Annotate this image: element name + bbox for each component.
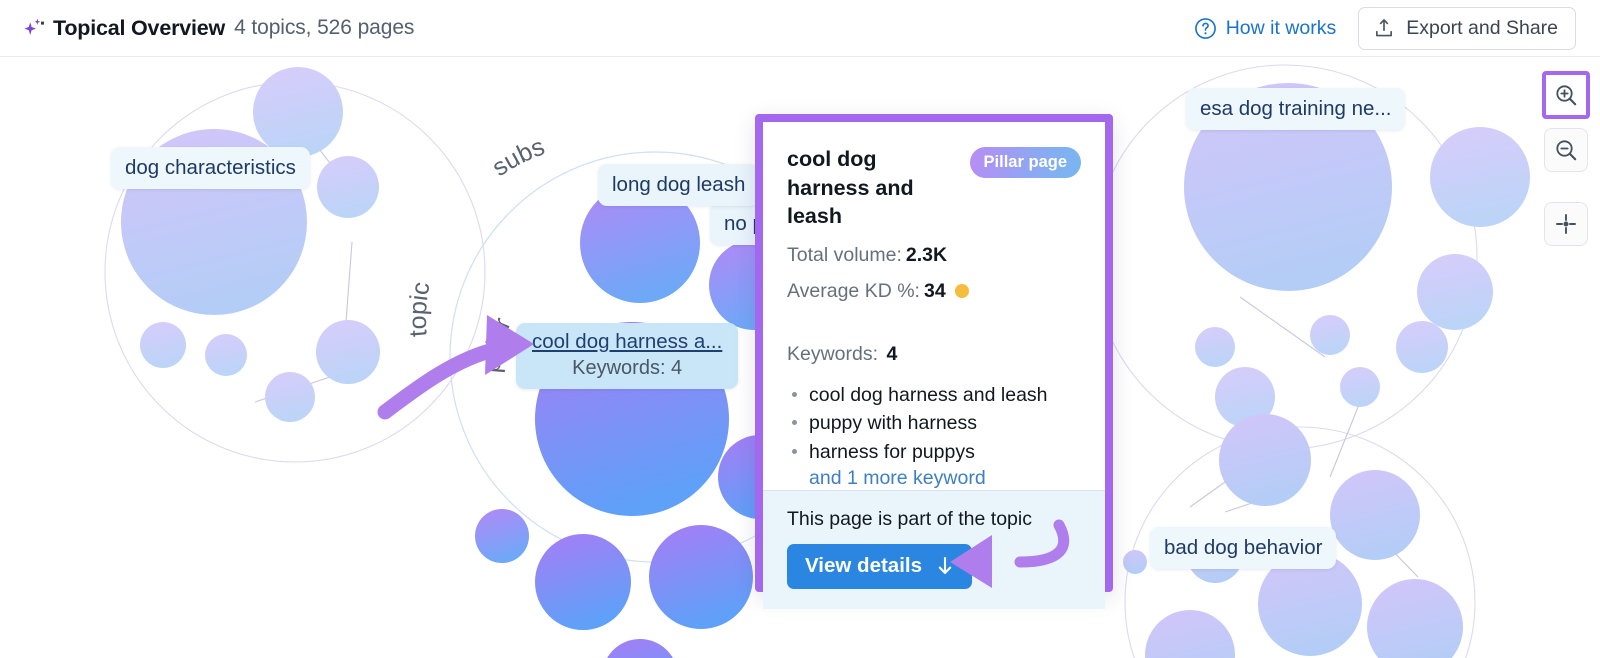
total-volume-label: Total volume: xyxy=(787,244,902,267)
footer-note: This page is part of the topic xyxy=(787,508,1081,531)
average-kd-value: 34 xyxy=(924,280,946,303)
question-circle-icon xyxy=(1194,17,1217,40)
keywords-label: Keywords: xyxy=(787,343,878,365)
header-right-group: How it works Export and Share xyxy=(1194,7,1600,50)
page-subtitle: 4 topics, 526 pages xyxy=(234,16,414,40)
how-it-works-label: How it works xyxy=(1226,17,1337,40)
more-keywords-link[interactable]: and 1 more keyword xyxy=(763,466,1105,490)
zoom-controls xyxy=(1542,71,1590,246)
node-label-cool-dog-harness[interactable]: cool dog harness a... Keywords: 4 xyxy=(516,323,738,389)
sparkle-icon xyxy=(22,16,44,40)
arc-label-pillar: pillar xyxy=(478,314,517,374)
keywords-count: 4 xyxy=(886,343,897,365)
zoom-out-button[interactable] xyxy=(1544,128,1588,172)
upload-icon xyxy=(1373,17,1395,39)
center-fit-button[interactable] xyxy=(1544,202,1588,246)
arrow-down-icon xyxy=(936,556,954,576)
pillar-page-badge: Pillar page xyxy=(970,147,1081,178)
zoom-in-button[interactable] xyxy=(1542,71,1590,119)
center-fit-icon xyxy=(1554,212,1578,236)
how-it-works-link[interactable]: How it works xyxy=(1194,17,1337,40)
topical-map-canvas[interactable]: topic subs pillar dog characteristics lo… xyxy=(0,57,1600,658)
total-volume-value: 2.3K xyxy=(906,244,947,267)
node-keywords-count: Keywords: 4 xyxy=(532,356,722,381)
export-and-share-label: Export and Share xyxy=(1406,17,1558,40)
total-volume-row: Total volume: 2.3K xyxy=(787,244,1081,267)
list-item: puppy with harness xyxy=(787,409,1081,437)
popover-footer: This page is part of the topic View deta… xyxy=(763,490,1105,609)
popover-title: cool dog harness and leash xyxy=(787,145,959,231)
arc-label-subs: subs xyxy=(487,133,548,182)
node-label-long-dog-leash[interactable]: long dog leash xyxy=(598,164,759,206)
header-left-group: Topical Overview 4 topics, 526 pages xyxy=(0,16,414,41)
node-label-bad-dog-behavior[interactable]: bad dog behavior xyxy=(1150,527,1336,569)
keywords-list: cool dog harness and leash puppy with ha… xyxy=(763,366,1105,466)
view-details-button[interactable]: View details xyxy=(787,544,972,589)
list-item: harness for puppys xyxy=(787,438,1081,466)
node-label-esa-dog-training[interactable]: esa dog training ne... xyxy=(1186,88,1405,130)
kd-status-dot xyxy=(955,284,969,298)
popover-title-row: cool dog harness and leash Pillar page xyxy=(787,145,1081,231)
average-kd-label: Average KD %: xyxy=(787,280,920,303)
zoom-in-icon xyxy=(1554,83,1578,107)
view-details-label: View details xyxy=(805,554,922,578)
export-and-share-button[interactable]: Export and Share xyxy=(1358,7,1576,50)
page-header: Topical Overview 4 topics, 526 pages How… xyxy=(0,0,1600,57)
popover-body: cool dog harness and leash Pillar page T… xyxy=(763,122,1105,303)
arc-label-topic: topic xyxy=(404,280,436,338)
keywords-header: Keywords: 4 xyxy=(763,325,1105,366)
zoom-out-icon xyxy=(1554,138,1578,162)
page-title: Topical Overview xyxy=(53,16,225,41)
node-link-cool-dog-harness[interactable]: cool dog harness a... xyxy=(532,329,722,355)
average-kd-row: Average KD %: 34 xyxy=(787,280,1081,303)
topical-overview-app: Topical Overview 4 topics, 526 pages How… xyxy=(0,0,1600,658)
page-details-popover: cool dog harness and leash Pillar page T… xyxy=(755,114,1113,592)
node-label-dog-characteristics[interactable]: dog characteristics xyxy=(111,147,310,189)
list-item: cool dog harness and leash xyxy=(787,381,1081,409)
